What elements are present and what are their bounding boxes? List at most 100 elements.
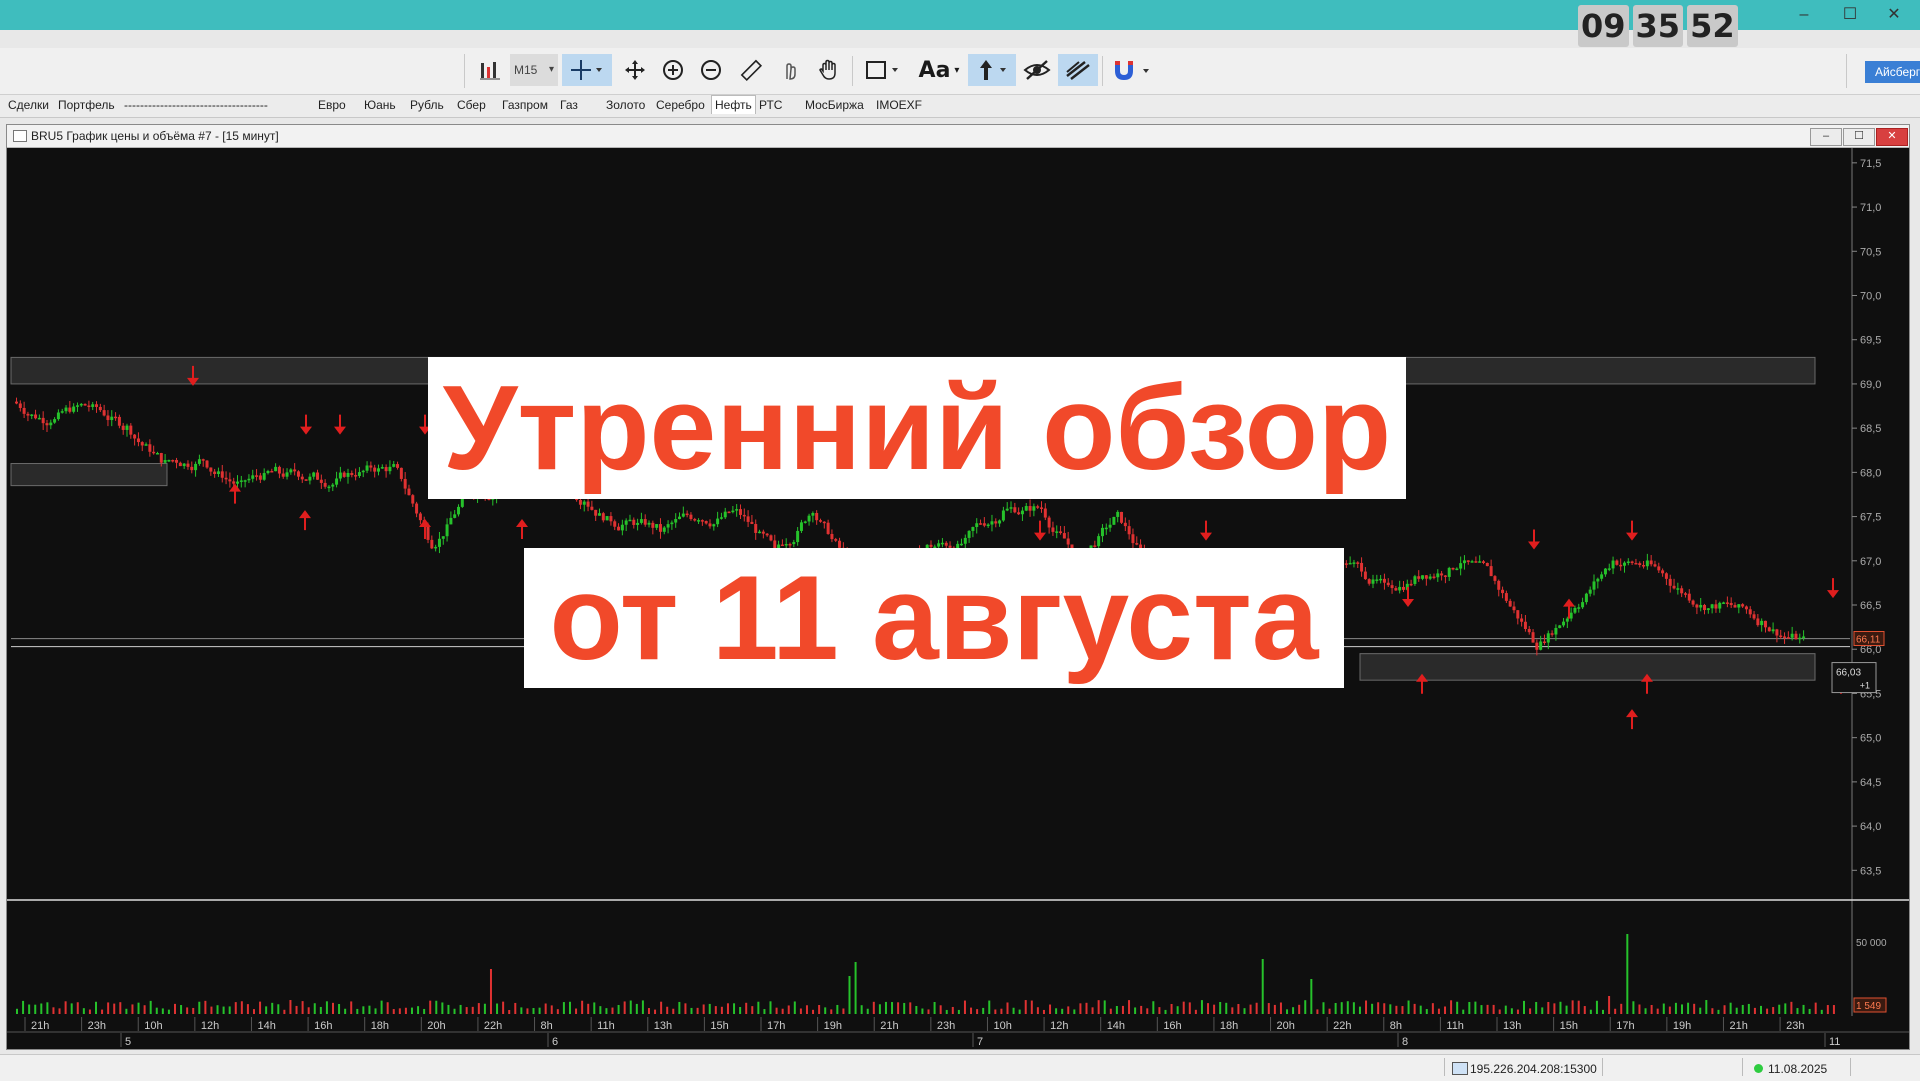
candle-body [144,444,148,446]
magnet-icon[interactable] [1108,54,1158,86]
candle-body [175,460,179,463]
candle-body [376,468,380,472]
zoom-in-icon[interactable] [658,54,688,86]
candle-body [982,523,986,526]
tab-rts[interactable]: РТС [759,98,782,112]
chart-close-button[interactable]: ✕ [1876,128,1908,146]
candle-body [1554,627,1558,635]
tab-silver[interactable]: Серебро [656,98,705,112]
candle-body [350,473,354,476]
hand-icon[interactable] [814,54,844,86]
candle-body [201,459,205,461]
close-button[interactable]: ✕ [1872,2,1916,28]
candle-body [1706,608,1710,611]
candle-body [1436,573,1440,578]
candle-body [449,517,453,525]
candle-body [979,523,983,525]
zoom-out-icon[interactable] [696,54,726,86]
candle-body [1520,618,1524,622]
candle-body [628,519,632,522]
candle-body [1523,621,1527,630]
candle-body [114,416,118,419]
price-tick-label: 70,0 [1860,290,1881,302]
candle-body [1394,588,1398,591]
maximize-button[interactable]: ☐ [1828,2,1872,28]
rectangle-tool-icon[interactable] [862,54,906,86]
hide-eye-icon[interactable] [1020,54,1054,86]
candle-body [971,527,975,531]
iceberg-button[interactable]: Айсберг [1865,61,1920,83]
tab-deals[interactable]: Сделки [8,98,49,112]
candle-body [662,527,666,532]
candle-body [1363,571,1367,580]
tab-yuan[interactable]: Юань [364,98,396,112]
arrow-up-tool-icon[interactable] [968,54,1016,86]
candle-body [708,523,712,527]
candle-body [1424,575,1428,579]
tab-gold[interactable]: Золото [606,98,645,112]
candle-body [1603,568,1607,575]
candle-body [1558,625,1562,628]
candle-body [586,501,590,507]
crosshair-icon[interactable] [562,54,612,86]
candle-body [1607,568,1611,570]
candle-body [312,472,316,477]
tab-gazprom[interactable]: Газпром [502,98,548,112]
chart-maximize-button[interactable]: ☐ [1843,128,1875,146]
candle-body [125,425,129,430]
candle-body [643,519,647,525]
chart-type-icon[interactable] [474,54,506,86]
candle-body [1478,561,1482,563]
tab-sber[interactable]: Сбер [457,98,486,112]
candle-body [380,467,384,469]
tab-moex[interactable]: МосБиржа [805,98,864,112]
drawings-lines-icon[interactable] [1058,54,1098,86]
candle-body [700,520,704,522]
candle-body [1455,568,1459,571]
candle-body [1565,618,1569,622]
candle-body [361,470,365,473]
candle-body [22,407,26,414]
candle-body [1062,533,1066,539]
hour-label: 13h [1503,1020,1521,1032]
candle-body [1516,610,1520,619]
chart-minimize-button[interactable]: – [1810,128,1842,146]
pointer-hand-icon[interactable] [776,54,804,86]
candle-body [1501,589,1505,594]
candle-body [133,434,137,439]
tab-oil[interactable]: Нефть [711,95,756,114]
candle-body [64,407,68,412]
candle-body [1112,516,1116,525]
candle-body [155,453,159,455]
timeframe-select[interactable]: M15 ▾ [510,54,558,86]
tab-portfolio[interactable]: Портфель [58,98,115,112]
candle-body [194,463,198,471]
candle-body [34,414,38,419]
minimize-button[interactable]: – [1782,2,1826,28]
candle-body [1100,527,1104,537]
candle-body [636,522,640,525]
candle-body [693,519,697,521]
text-tool-button[interactable]: Aa ▾ [914,54,964,86]
move-icon[interactable] [620,54,650,86]
candle-body [613,521,617,527]
candle-body [784,544,788,546]
candle-body [1725,602,1729,604]
hour-label: 21h [1729,1020,1747,1032]
tab-ruble[interactable]: Рубль [410,98,444,112]
tab-euro[interactable]: Евро [318,98,346,112]
candle-body [407,488,411,496]
candle-body [342,472,346,477]
candle-body [37,417,41,420]
scroll-left-icon: ‹ [13,1048,18,1049]
candle-body [190,466,194,471]
candle-body [1703,604,1707,611]
tab-gas[interactable]: Газ [560,98,578,112]
cursor-price-label: 66,03 [1836,668,1861,679]
ruler-icon[interactable] [736,54,766,86]
date-label: 6 [552,1036,558,1048]
candle-body [152,451,156,454]
candle-body [1695,604,1699,608]
tab-imoexf[interactable]: IMOEXF [876,98,922,112]
candle-body [716,518,720,525]
